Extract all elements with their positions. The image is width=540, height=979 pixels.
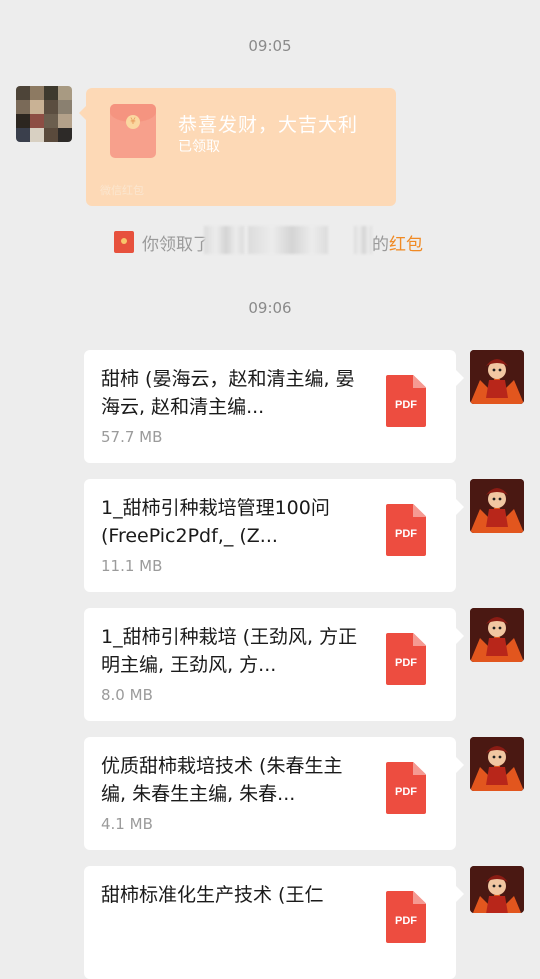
file-message[interactable]: 1_甜柿引种栽培 (王劲风, 方正明主编, 王劲风, 方... 8.0 MB P…: [84, 608, 464, 721]
redacted-name: [354, 226, 372, 254]
my-avatar[interactable]: [470, 737, 524, 791]
pdf-icon: PDF: [386, 762, 426, 814]
file-name: 1_甜柿引种栽培 (王劲风, 方正明主编, 王劲风, 方...: [101, 626, 358, 676]
file-message[interactable]: 甜柿 (晏海云，赵和清主编, 晏海云, 赵和清主编... 57.7 MB PDF: [84, 350, 464, 463]
red-packet-link[interactable]: 红包: [389, 230, 423, 255]
system-notice: 你领取了 的 红包: [0, 226, 540, 256]
file-size: 8.0 MB: [101, 686, 153, 704]
my-avatar[interactable]: [470, 866, 524, 913]
pdf-icon: PDF: [386, 504, 426, 556]
file-message[interactable]: 优质甜柿栽培技术 (朱春生主编, 朱春生主编, 朱春... 4.1 MB PDF: [84, 737, 464, 850]
file-size: 4.1 MB: [101, 815, 153, 833]
pdf-icon: PDF: [386, 633, 426, 685]
redacted-name: [204, 226, 244, 254]
timestamp-0906: 09:06: [248, 299, 292, 317]
file-name: 甜柿 (晏海云，赵和清主编, 晏海云, 赵和清主编...: [101, 368, 355, 418]
file-size: 57.7 MB: [101, 428, 163, 446]
pdf-icon: PDF: [386, 375, 426, 427]
file-message[interactable]: 甜柿标准化生产技术 (王仁 PDF: [84, 866, 464, 979]
red-packet-status: 已领取: [178, 139, 220, 155]
file-name: 1_甜柿引种栽培管理100问 (FreePic2Pdf,_ (Z...: [101, 497, 330, 547]
red-packet-message[interactable]: ¥ 恭喜发财，大吉大利 已领取 微信红包: [79, 88, 396, 206]
red-packet-mini-icon: [114, 231, 134, 253]
my-avatar[interactable]: [470, 479, 524, 533]
timestamp-0905: 09:05: [248, 37, 292, 55]
notice-suffix: 的: [372, 235, 389, 255]
file-message[interactable]: 1_甜柿引种栽培管理100问 (FreePic2Pdf,_ (Z... 11.1…: [84, 479, 464, 592]
red-packet-icon: ¥: [110, 104, 156, 158]
file-name: 甜柿标准化生产技术 (王仁: [101, 884, 324, 906]
my-avatar[interactable]: [470, 350, 524, 404]
pdf-icon: PDF: [386, 891, 426, 943]
sender-avatar[interactable]: [16, 86, 72, 142]
red-packet-title: 恭喜发财，大吉大利: [178, 114, 359, 136]
notice-prefix: 你领取了: [142, 235, 210, 255]
my-avatar[interactable]: [470, 608, 524, 662]
red-packet-footer: 微信红包: [100, 184, 144, 197]
file-size: 11.1 MB: [101, 557, 163, 575]
redacted-name: [248, 226, 328, 254]
file-name: 优质甜柿栽培技术 (朱春生主编, 朱春生主编, 朱春...: [101, 755, 343, 805]
